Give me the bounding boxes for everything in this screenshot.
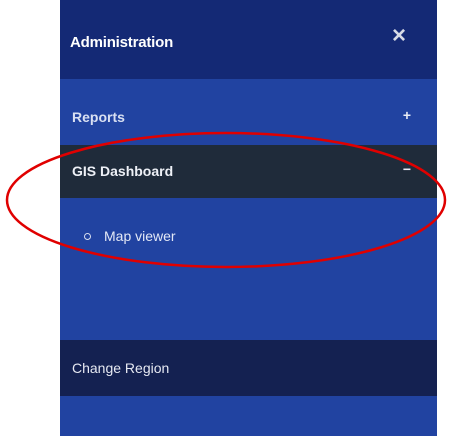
close-icon[interactable]: ×: [389, 24, 409, 48]
menu-item-change-region[interactable]: Change Region: [60, 340, 437, 396]
menu-title: Administration: [70, 34, 174, 51]
submenu-item-map-viewer-label: Map viewer: [104, 228, 176, 244]
expand-plus-icon[interactable]: +: [403, 107, 411, 123]
menu-item-reports[interactable]: Reports +: [60, 98, 437, 138]
circle-bullet-icon: [84, 233, 91, 240]
collapse-minus-icon[interactable]: −: [403, 161, 411, 177]
menu-item-gis-dashboard[interactable]: GIS Dashboard −: [60, 145, 437, 198]
submenu-item-map-viewer[interactable]: Map viewer: [60, 222, 437, 258]
menu-item-reports-label: Reports: [72, 109, 125, 125]
menu-item-change-region-label: Change Region: [72, 360, 170, 376]
menu-item-gis-dashboard-label: GIS Dashboard: [72, 163, 174, 179]
menu-header: Administration ×: [60, 0, 437, 79]
admin-side-menu: Administration × Reports + GIS Dashboard…: [60, 0, 437, 436]
